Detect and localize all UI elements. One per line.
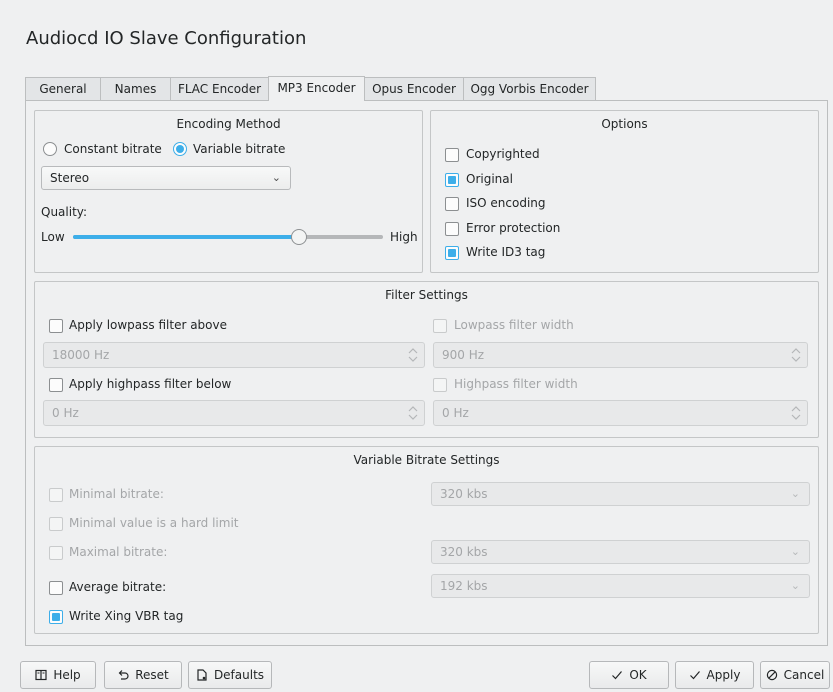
undo-icon	[118, 670, 129, 680]
max-bitrate-label[interactable]: Maximal bitrate:	[69, 545, 167, 559]
encoding-method-title: Encoding Method	[176, 117, 281, 131]
checkmark-icon	[612, 671, 623, 680]
avg-bitrate-select[interactable]: 192 kbs ⌄	[431, 574, 810, 598]
min-bitrate-checkbox[interactable]	[49, 488, 63, 502]
highpass-width-checkbox[interactable]	[433, 378, 447, 392]
avg-bitrate-label[interactable]: Average bitrate:	[69, 580, 166, 594]
apply-button-label: Apply	[706, 668, 741, 682]
min-bitrate-select[interactable]: 320 kbs ⌄	[431, 482, 810, 506]
quality-slider-handle[interactable]	[291, 229, 308, 245]
highpass-width-spinbox[interactable]: 0 Hz	[433, 400, 808, 426]
document-defaults-icon	[197, 669, 207, 681]
options-title: Options	[601, 117, 648, 131]
tab-names[interactable]: Names	[100, 77, 171, 100]
options-group: Options Copyrighted Original ISO encoding E…	[430, 110, 819, 273]
variable-bitrate-label[interactable]: Variable bitrate	[193, 142, 285, 156]
lowpass-width-label[interactable]: Lowpass filter width	[454, 318, 574, 332]
filter-settings-title: Filter Settings	[385, 288, 468, 302]
ok-button-label: OK	[629, 668, 647, 682]
chevron-down-icon: ⌄	[271, 171, 281, 184]
filter-settings-group: Filter Settings Apply lowpass filter abo…	[34, 281, 819, 438]
tab-flac-encoder[interactable]: FLAC Encoder	[170, 77, 269, 100]
reset-button-label: Reset	[135, 668, 169, 682]
cancel-button[interactable]: Cancel	[760, 661, 830, 689]
help-button[interactable]: Help	[20, 661, 96, 689]
tab-general[interactable]: General	[25, 77, 101, 100]
lowpass-width-checkbox[interactable]	[433, 319, 447, 333]
spin-arrows-icon	[791, 406, 801, 420]
max-bitrate-value: 320 kbs	[440, 545, 488, 559]
error-protection-label[interactable]: Error protection	[466, 221, 560, 235]
vbr-settings-title: Variable Bitrate Settings	[353, 453, 500, 467]
lowpass-width-value: 900 Hz	[442, 348, 485, 362]
copyrighted-label[interactable]: Copyrighted	[466, 147, 540, 161]
hard-limit-label[interactable]: Minimal value is a hard limit	[69, 516, 239, 530]
write-id3-tag-checkbox[interactable]	[445, 246, 459, 260]
hard-limit-checkbox[interactable]	[49, 517, 63, 531]
ok-button[interactable]: OK	[589, 661, 669, 689]
constant-bitrate-label[interactable]: Constant bitrate	[64, 142, 162, 156]
spin-arrows-icon	[791, 348, 801, 362]
highpass-width-value: 0 Hz	[442, 406, 469, 420]
tab-ogg-vorbis-encoder[interactable]: Ogg Vorbis Encoder	[463, 77, 596, 100]
min-bitrate-value: 320 kbs	[440, 487, 488, 501]
write-id3-tag-label[interactable]: Write ID3 tag	[466, 245, 545, 259]
apply-button[interactable]: Apply	[675, 661, 754, 689]
lowpass-frequency-value: 18000 Hz	[52, 348, 110, 362]
original-checkbox[interactable]	[445, 172, 459, 187]
highpass-label[interactable]: Apply highpass filter below	[69, 377, 231, 391]
highpass-checkbox[interactable]	[49, 378, 63, 392]
lowpass-width-spinbox[interactable]: 900 Hz	[433, 342, 808, 368]
iso-encoding-label[interactable]: ISO encoding	[466, 196, 546, 210]
avg-bitrate-value: 192 kbs	[440, 579, 488, 593]
quality-high-label: High	[390, 230, 418, 244]
spin-arrows-icon	[408, 348, 418, 362]
defaults-button[interactable]: Defaults	[188, 661, 272, 689]
help-button-label: Help	[53, 668, 81, 682]
highpass-frequency-value: 0 Hz	[52, 406, 79, 420]
variable-bitrate-radio[interactable]	[173, 142, 187, 156]
copyrighted-checkbox[interactable]	[445, 148, 459, 162]
lowpass-checkbox[interactable]	[49, 319, 63, 333]
tab-opus-encoder[interactable]: Opus Encoder	[364, 77, 464, 100]
min-bitrate-label[interactable]: Minimal bitrate:	[69, 487, 164, 501]
chevron-down-icon: ⌄	[790, 579, 800, 592]
lowpass-label[interactable]: Apply lowpass filter above	[69, 318, 227, 332]
highpass-frequency-spinbox[interactable]: 0 Hz	[43, 400, 425, 426]
max-bitrate-checkbox[interactable]	[49, 546, 63, 560]
highpass-width-label[interactable]: Highpass filter width	[454, 377, 578, 391]
lowpass-frequency-spinbox[interactable]: 18000 Hz	[43, 342, 425, 368]
checkmark-icon	[689, 671, 700, 680]
cancel-button-label: Cancel	[783, 668, 825, 682]
window-title: Audiocd IO Slave Configuration	[26, 28, 307, 49]
defaults-button-label: Defaults	[213, 668, 265, 682]
xing-vbr-tag-checkbox[interactable]	[49, 610, 63, 624]
reset-button[interactable]: Reset	[104, 661, 182, 689]
quality-label: Quality:	[41, 205, 88, 219]
chevron-down-icon: ⌄	[790, 545, 800, 558]
help-book-icon	[35, 669, 47, 681]
stereo-mode-select[interactable]: Stereo ⌄	[41, 166, 291, 190]
original-label[interactable]: Original	[466, 172, 513, 186]
encoding-method-group: Encoding Method Constant bitrate Variabl…	[34, 110, 423, 273]
tab-bar: General Names FLAC Encoder MP3 Encoder O…	[25, 76, 596, 101]
quality-slider-fill	[73, 235, 300, 239]
error-protection-checkbox[interactable]	[445, 221, 459, 236]
quality-low-label: Low	[41, 230, 65, 244]
spin-arrows-icon	[408, 406, 418, 420]
vbr-settings-group: Variable Bitrate Settings Minimal bitrat…	[34, 446, 819, 634]
max-bitrate-select[interactable]: 320 kbs ⌄	[431, 540, 810, 564]
avg-bitrate-checkbox[interactable]	[49, 581, 63, 595]
constant-bitrate-radio[interactable]	[43, 142, 57, 156]
cancel-icon	[766, 669, 777, 681]
chevron-down-icon: ⌄	[790, 487, 800, 500]
stereo-mode-value: Stereo	[50, 171, 90, 185]
iso-encoding-checkbox[interactable]	[445, 197, 459, 211]
xing-vbr-tag-label[interactable]: Write Xing VBR tag	[69, 609, 183, 623]
tab-mp3-encoder[interactable]: MP3 Encoder	[268, 76, 365, 101]
